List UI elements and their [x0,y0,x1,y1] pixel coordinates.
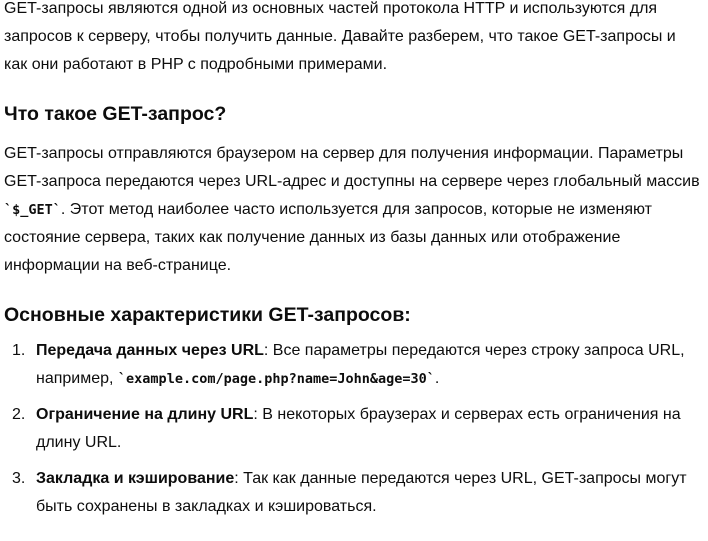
characteristics-list: 1. Передача данных через URL: Все параме… [4,337,700,521]
list-item-number: 2. [12,406,26,423]
inline-code-url-example: `example.com/page.php?name=John&age=30` [117,371,435,387]
section-heading-characteristics: Основные характеристики GET-запросов: [4,304,411,326]
article: GET-запросы являются одной из основных ч… [0,0,700,521]
get-description-text-after: . Этот метод наиболее часто используется… [4,201,653,274]
list-item-number: 3. [12,470,26,487]
list-item-title: Передача данных через URL [36,342,264,359]
list-item: 3. Закладка и кэширование: Так как данны… [4,465,700,521]
list-item-number: 1. [12,342,26,359]
get-description-text-before: GET-запросы отправляются браузером на се… [4,145,700,190]
intro-paragraph: GET-запросы являются одной из основных ч… [4,0,676,73]
inline-code-get: `$_GET` [4,202,61,218]
get-description-paragraph: GET-запросы отправляются браузером на се… [4,140,700,280]
list-item-title: Ограничение на длину URL [36,406,254,423]
section-heading-what-is-get: Что такое GET-запрос? [4,103,227,125]
list-item: 2. Ограничение на длину URL: В некоторых… [4,401,700,457]
list-item-title: Закладка и кэширование [36,470,235,487]
list-item: 1. Передача данных через URL: Все параме… [4,337,700,393]
list-item-text-after: . [434,370,440,387]
